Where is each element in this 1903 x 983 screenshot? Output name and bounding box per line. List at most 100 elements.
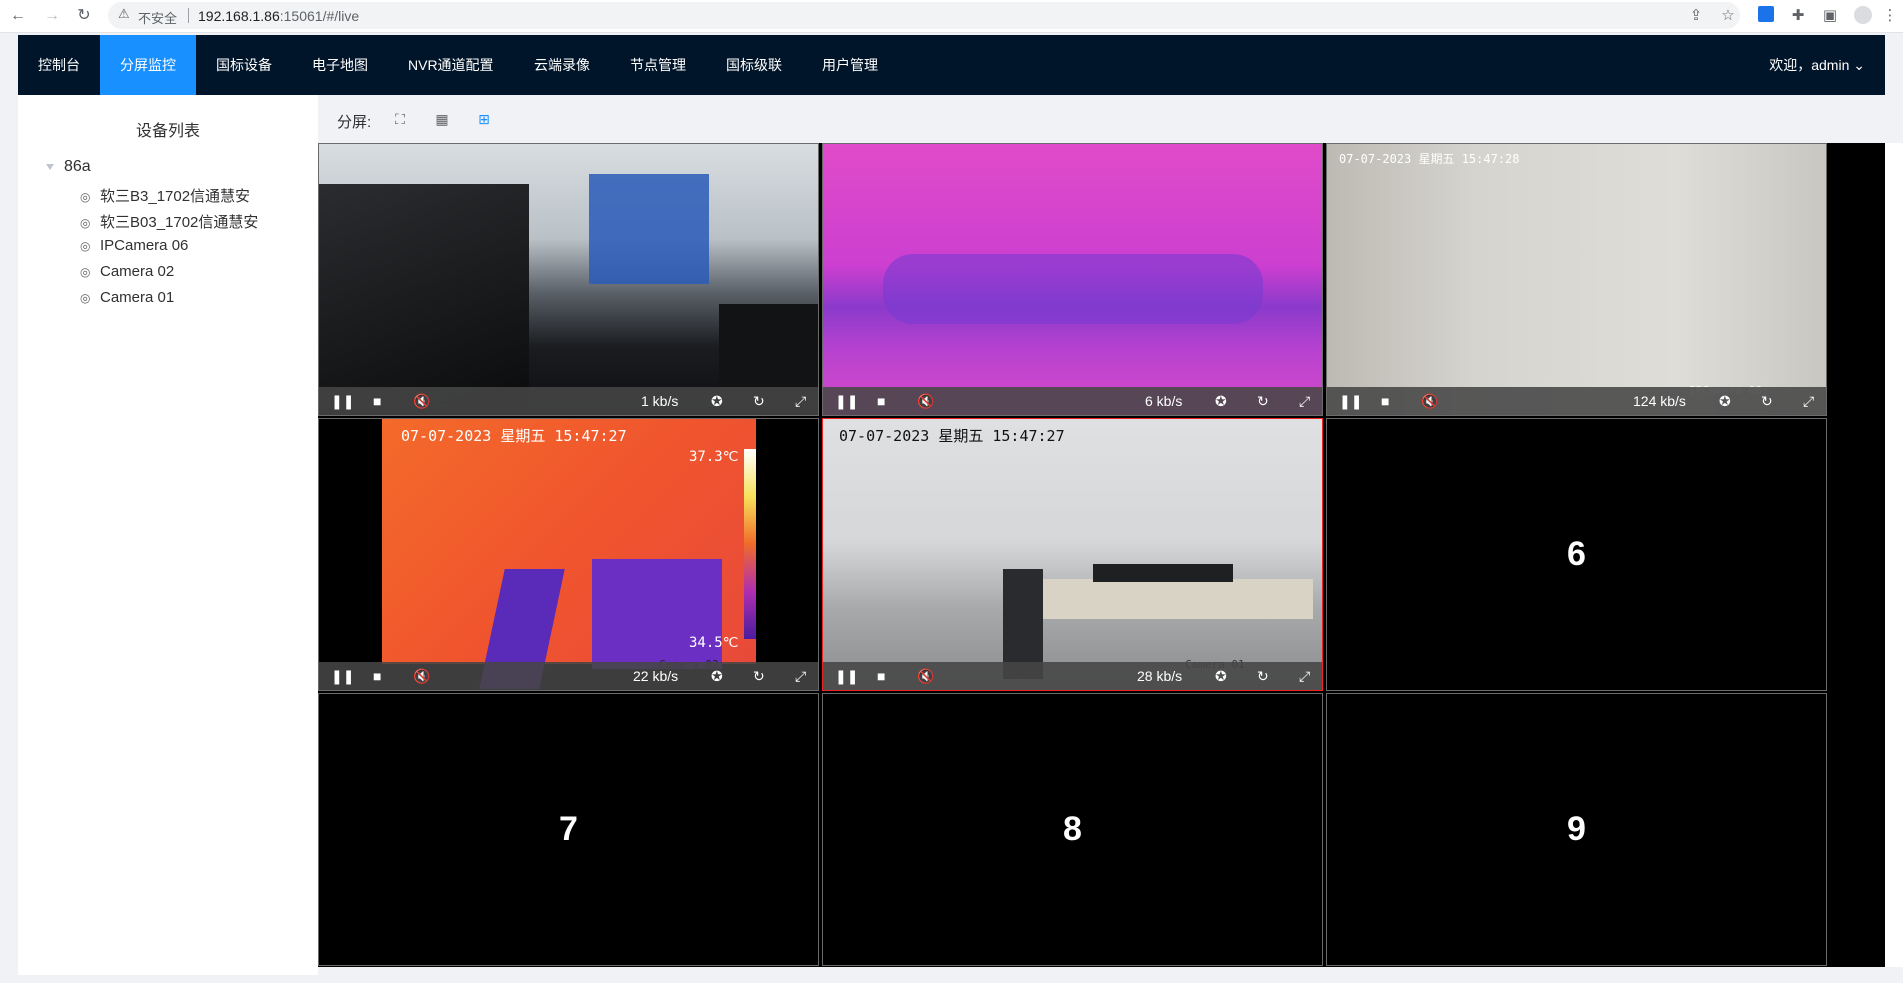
url-text[interactable]: 192.168.1.86:15061/#/live [198, 8, 359, 24]
caret-down-icon[interactable] [46, 163, 54, 170]
video-cell-1[interactable]: ❚❚ ■ 🔇 1 kb/s ✪ ↻ ⤢ [318, 143, 819, 416]
video-cell-2[interactable]: ❚❚ ■ 🔇 6 kb/s ✪ ↻ ⤢ [822, 143, 1323, 416]
stop-icon[interactable]: ■ [1381, 391, 1389, 411]
tree-device-item[interactable]: ◎ 软三B03_1702信通慧安 [80, 211, 258, 232]
address-bar[interactable]: ⚠ 不安全 192.168.1.86:15061/#/live [108, 2, 1740, 29]
fullscreen-icon[interactable]: ⤢ [795, 666, 806, 686]
sidebar-title: 设备列表 [135, 123, 200, 140]
pause-icon[interactable]: ❚❚ [331, 666, 354, 686]
player-controls: ❚❚ ■ 🔇 28 kb/s ✪ ↻ ⤢ [823, 662, 1322, 690]
nav-item-node-manage[interactable]: 节点管理 [610, 35, 706, 95]
bookmark-star-icon[interactable]: ☆ [1718, 6, 1738, 26]
player-controls: ❚❚ ■ 🔇 6 kb/s ✪ ↻ ⤢ [823, 387, 1322, 415]
nav-item-cloud-record[interactable]: 云端录像 [514, 35, 610, 95]
split-9-icon[interactable]: ⊞ [475, 110, 493, 128]
video-shape [319, 184, 529, 404]
nav-item-gb-devices[interactable]: 国标设备 [196, 35, 292, 95]
pause-icon[interactable]: ❚❚ [835, 666, 858, 686]
share-icon[interactable]: ⇪ [1686, 6, 1706, 26]
pause-icon[interactable]: ❚❚ [1339, 391, 1362, 411]
video-cell-7[interactable]: 7 [318, 693, 819, 966]
warning-icon: ⚠ [118, 6, 130, 21]
page-edge [1885, 143, 1903, 967]
video-cell-5[interactable]: 07-07-2023 星期五 15:47:27 Camera 01 ❚❚ ■ 🔇… [822, 418, 1323, 691]
bitrate-label: 22 kb/s [633, 668, 679, 684]
camera-icon: ◎ [80, 216, 91, 230]
tree-device-item[interactable]: ◎ Camera 02 [80, 263, 174, 280]
snapshot-icon[interactable]: ✪ [1215, 666, 1227, 686]
bitrate-label: 28 kb/s [1137, 668, 1183, 684]
menu-icon[interactable]: ⋮ [1880, 6, 1900, 26]
video-osd-timestamp: 07-07-2023 星期五 15:47:28 [1339, 152, 1520, 166]
refresh-icon[interactable]: ↻ [753, 666, 765, 686]
device-sidebar: 设备列表 86a ◎ 软三B3_1702信通慧安 ◎ 软三B03_1702信通慧安 … [18, 95, 318, 975]
cell-number: 6 [1567, 535, 1586, 573]
refresh-icon[interactable]: ↻ [1257, 391, 1269, 411]
fullscreen-icon[interactable]: ⤢ [1299, 391, 1310, 411]
camera-icon: ◎ [80, 265, 91, 279]
video-cell-8[interactable]: 8 [822, 693, 1323, 966]
mute-icon[interactable]: 🔇 [1421, 391, 1438, 411]
browser-toolbar: ← → ↻ ⚠ 不安全 192.168.1.86:15061/#/live ⇪ … [0, 0, 1903, 33]
extension-badge-icon[interactable] [1756, 6, 1776, 26]
player-controls: ❚❚ ■ 🔇 124 kb/s ✪ ↻ ⤢ [1327, 387, 1826, 415]
fullscreen-icon[interactable]: ⤢ [795, 391, 806, 411]
video-cell-6[interactable]: 6 [1326, 418, 1827, 691]
tree-root-label: 86a [64, 158, 91, 175]
snapshot-icon[interactable]: ✪ [1719, 391, 1731, 411]
video-cell-4[interactable]: 07-07-2023 星期五 15:47:27 37.3℃ 34.5℃ Came… [318, 418, 819, 691]
side-panel-icon[interactable]: ▣ [1820, 6, 1840, 26]
insecure-label: 不安全 [138, 11, 178, 26]
stop-icon[interactable]: ■ [877, 666, 885, 686]
refresh-icon[interactable]: ↻ [1761, 391, 1773, 411]
video-frame [823, 144, 1322, 415]
mute-icon[interactable]: 🔇 [413, 666, 430, 686]
back-icon[interactable]: ← [8, 6, 28, 26]
video-shape [592, 559, 722, 669]
nav-item-user-manage[interactable]: 用户管理 [802, 35, 898, 95]
tree-device-item[interactable]: ◎ Camera 01 [80, 289, 174, 306]
device-label: 软三B3_1702信通慧安 [100, 188, 251, 205]
cell-number: 8 [1063, 810, 1082, 848]
nav-item-map[interactable]: 电子地图 [292, 35, 388, 95]
stop-icon[interactable]: ■ [373, 666, 381, 686]
mute-icon[interactable]: 🔇 [917, 391, 934, 411]
camera-icon: ◎ [80, 239, 91, 253]
nav-item-split-monitor[interactable]: 分屏监控 [100, 35, 196, 95]
stop-icon[interactable]: ■ [877, 391, 885, 411]
tree-device-item[interactable]: ◎ IPCamera 06 [80, 237, 188, 254]
device-label: Camera 01 [100, 289, 175, 306]
snapshot-icon[interactable]: ✪ [1215, 391, 1227, 411]
nav-item-console[interactable]: 控制台 [18, 35, 100, 95]
snapshot-icon[interactable]: ✪ [711, 666, 723, 686]
snapshot-icon[interactable]: ✪ [711, 391, 723, 411]
mute-icon[interactable]: 🔇 [413, 391, 430, 411]
pause-icon[interactable]: ❚❚ [331, 391, 354, 411]
video-cell-9[interactable]: 9 [1326, 693, 1827, 966]
profile-avatar-icon[interactable] [1853, 6, 1873, 26]
tree-root-node[interactable]: 86a [46, 158, 91, 176]
nav-item-nvr-config[interactable]: NVR通道配置 [388, 35, 514, 95]
fullscreen-icon[interactable]: ⤢ [1299, 666, 1310, 686]
video-shape [589, 174, 709, 284]
refresh-icon[interactable]: ↻ [753, 391, 765, 411]
fullscreen-icon[interactable]: ⤢ [1803, 391, 1814, 411]
puzzle-icon[interactable]: ✚ [1788, 6, 1808, 26]
temp-low-label: 34.5℃ [689, 635, 739, 651]
tree-device-item[interactable]: ◎ 软三B3_1702信通慧安 [80, 185, 250, 206]
pause-icon[interactable]: ❚❚ [835, 391, 858, 411]
bitrate-label: 124 kb/s [1633, 393, 1686, 409]
video-cell-3[interactable]: 07-07-2023 星期五 15:47:28 IPCamera 06 ❚❚ ■… [1326, 143, 1827, 416]
mute-icon[interactable]: 🔇 [917, 666, 934, 686]
split-1-icon[interactable]: ⛶ [391, 110, 409, 128]
temperature-scale [744, 449, 756, 639]
reload-icon[interactable]: ↻ [74, 6, 94, 26]
refresh-icon[interactable]: ↻ [1257, 666, 1269, 686]
forward-icon[interactable]: → [42, 6, 62, 26]
user-menu[interactable]: 欢迎，admin ⌄ [1769, 35, 1865, 95]
player-controls: ❚❚ ■ 🔇 22 kb/s ✪ ↻ ⤢ [319, 662, 818, 690]
video-shape [883, 254, 1263, 324]
split-4-icon[interactable]: ▦ [433, 110, 451, 128]
stop-icon[interactable]: ■ [373, 391, 381, 411]
nav-item-gb-cascade[interactable]: 国标级联 [706, 35, 802, 95]
